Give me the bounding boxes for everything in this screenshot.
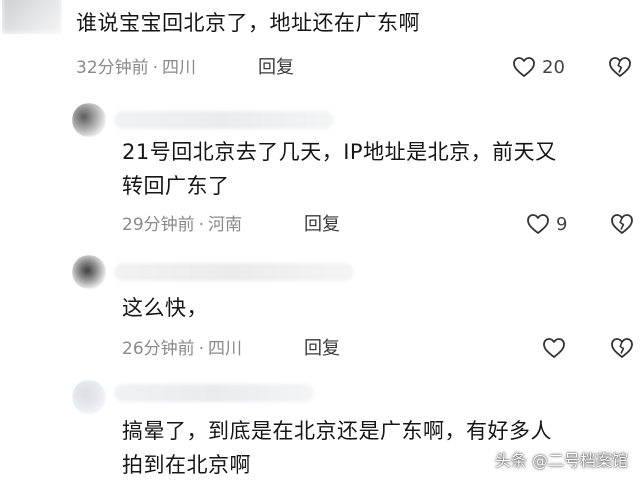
comment-3: 这么快， 26分钟前 · 四川 回复	[0, 245, 640, 370]
comment-text-line: 转回广东了	[122, 174, 230, 198]
reply-button[interactable]: 回复	[258, 56, 294, 80]
heart-outline-icon	[513, 57, 535, 77]
comment-time: 26分钟前	[122, 339, 195, 359]
comment-location: 四川	[208, 339, 243, 359]
username-redacted	[114, 111, 334, 129]
avatar[interactable]	[72, 103, 106, 137]
reply-button[interactable]: 回复	[304, 337, 340, 361]
avatar[interactable]	[72, 255, 106, 289]
username-redacted	[114, 263, 354, 281]
broken-heart-icon	[609, 57, 631, 77]
comment-2: 21号回北京去了几天，IP地址是北京，前天又 转回广东了 29分钟前 · 河南 回复…	[0, 95, 640, 245]
comment-text: 21号回北京去了几天，IP地址是北京，前天又 转回广东了	[122, 135, 557, 203]
comment-text: 谁说宝宝回北京了，地址还在广东啊	[76, 11, 420, 35]
avatar[interactable]	[2, 0, 62, 34]
like-button[interactable]	[542, 337, 566, 359]
like-count: 20	[542, 56, 565, 78]
comment-location: 四川	[162, 58, 197, 78]
meta-separator: ·	[152, 58, 159, 78]
username-redacted	[114, 384, 314, 402]
meta-separator: ·	[198, 339, 205, 359]
comment-meta: 32分钟前 · 四川	[76, 56, 196, 80]
reply-button[interactable]: 回复	[304, 213, 340, 237]
broken-heart-icon	[611, 214, 633, 234]
dislike-button[interactable]	[608, 56, 632, 82]
heart-outline-icon	[543, 338, 565, 358]
comment-time: 32分钟前	[76, 58, 149, 78]
broken-heart-icon	[611, 338, 633, 358]
dislike-button[interactable]	[610, 337, 634, 363]
comment-time: 29分钟前	[122, 215, 195, 235]
like-button[interactable]: 9	[526, 213, 567, 235]
avatar[interactable]	[72, 380, 106, 414]
comment-1: 谁说宝宝回北京了，地址还在广东啊 32分钟前 · 四川 回复 20	[0, 0, 640, 95]
comment-text-line: 拍到在北京啊	[122, 453, 251, 477]
comment-text-line: 21号回北京去了几天，IP地址是北京，前天又	[122, 140, 557, 164]
comment-meta: 26分钟前 · 四川	[122, 337, 242, 361]
comment-text-line: 搞晕了，到底是在北京还是广东啊，有好多人	[122, 419, 552, 443]
watermark: 头条 @二号档案馆	[494, 451, 628, 470]
comment-meta: 29分钟前 · 河南	[122, 213, 242, 237]
like-button[interactable]: 20	[512, 56, 565, 78]
dislike-button[interactable]	[610, 213, 634, 239]
like-count: 9	[556, 213, 568, 235]
heart-outline-icon	[527, 214, 549, 234]
comment-location: 河南	[208, 215, 243, 235]
comment-text: 搞晕了，到底是在北京还是广东啊，有好多人 拍到在北京啊	[122, 414, 552, 482]
comment-thread: 谁说宝宝回北京了，地址还在广东啊 32分钟前 · 四川 回复 20 21号回北京去了…	[0, 0, 640, 485]
meta-separator: ·	[198, 215, 205, 235]
comment-text: 这么快，	[122, 296, 208, 320]
